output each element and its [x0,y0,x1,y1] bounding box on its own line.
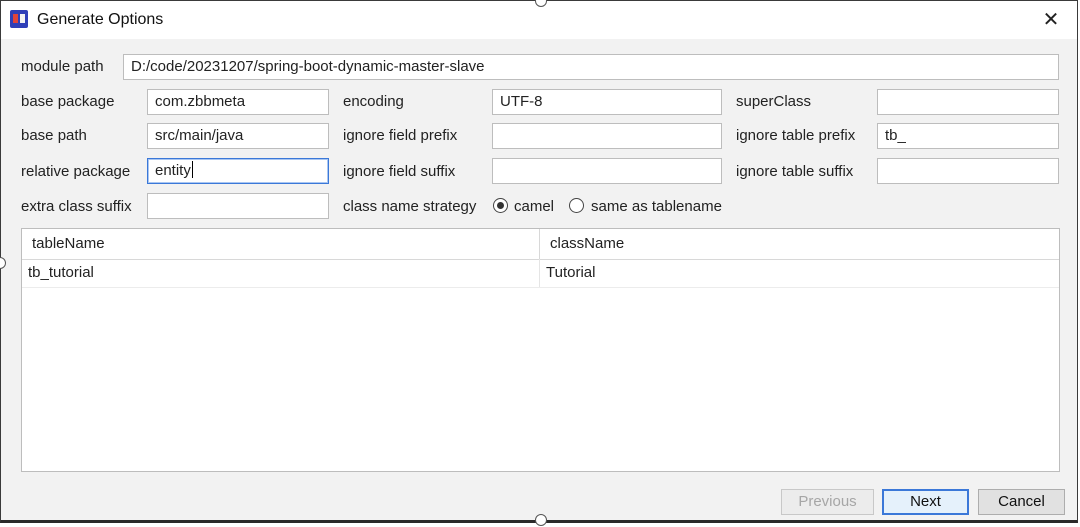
ignore-table-prefix-label: ignore table prefix [736,127,856,144]
cancel-button[interactable]: Cancel [978,489,1065,515]
table-header: tableName className [22,229,1059,260]
superclass-field[interactable] [877,89,1059,115]
column-header-tablename[interactable]: tableName [22,229,540,259]
ignore-table-prefix-field[interactable]: tb_ [877,123,1059,149]
generate-options-dialog: Generate Options ✕ module path D:/code/2… [0,0,1078,526]
class-name-strategy-label: class name strategy [343,198,477,215]
table-mapping-grid[interactable]: tableName className tb_tutorial Tutorial [21,228,1060,472]
ignore-field-prefix-label: ignore field prefix [343,127,458,144]
relative-package-value: entity [155,162,191,179]
base-path-field[interactable]: src/main/java [147,123,329,149]
extra-class-suffix-field[interactable] [147,193,329,219]
encoding-field[interactable]: UTF-8 [492,89,722,115]
resize-grip-bottom[interactable] [535,514,547,526]
resize-grip-left[interactable] [0,257,6,269]
table-cell-tablename[interactable]: tb_tutorial [22,259,540,287]
ignore-field-suffix-field[interactable] [492,158,722,184]
module-path-field[interactable]: D:/code/20231207/spring-boot-dynamic-mas… [123,54,1059,80]
text-caret [191,161,193,178]
same-as-tablename-radio[interactable] [569,198,584,213]
close-icon[interactable]: ✕ [1041,10,1061,30]
previous-button[interactable]: Previous [781,489,874,515]
base-package-field[interactable]: com.zbbmeta [147,89,329,115]
table-cell-classname[interactable]: Tutorial [540,259,1059,287]
ignore-table-suffix-label: ignore table suffix [736,163,854,180]
encoding-label: encoding [343,93,404,110]
next-button[interactable]: Next [882,489,969,515]
module-path-label: module path [21,58,104,75]
relative-package-field[interactable]: entity [147,158,329,184]
column-header-classname[interactable]: className [540,229,1059,259]
camel-radio[interactable] [493,198,508,213]
dialog-title: Generate Options [37,11,164,28]
base-package-label: base package [21,93,115,110]
app-icon [10,10,28,28]
extra-class-suffix-label: extra class suffix [21,198,132,215]
same-as-tablename-radio-label[interactable]: same as tablename [591,198,722,215]
superclass-label: superClass [736,93,812,110]
relative-package-label: relative package [21,163,131,180]
base-path-label: base path [21,127,87,144]
ignore-table-suffix-field[interactable] [877,158,1059,184]
table-row[interactable]: tb_tutorial Tutorial [22,259,1059,288]
ignore-field-prefix-field[interactable] [492,123,722,149]
ignore-field-suffix-label: ignore field suffix [343,163,456,180]
camel-radio-label[interactable]: camel [514,198,554,215]
